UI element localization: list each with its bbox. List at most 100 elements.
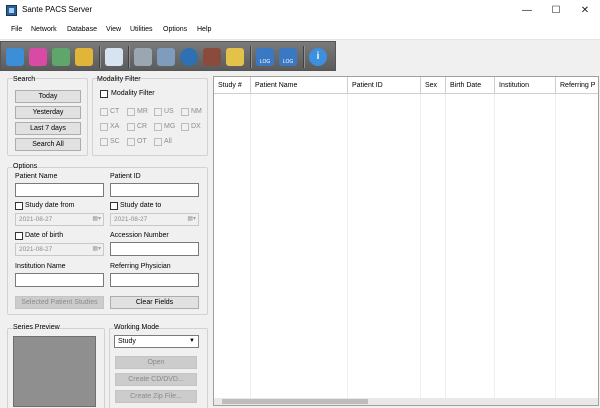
options-title: Options	[13, 163, 38, 170]
grid-column	[348, 94, 421, 398]
calendar-dropdown-icon[interactable]: ▦▾	[92, 244, 101, 255]
send-icon[interactable]	[157, 48, 175, 66]
grid-column	[421, 94, 446, 398]
worklist-icon[interactable]	[203, 48, 221, 66]
last-7-days-button[interactable]: Last 7 days	[15, 122, 81, 135]
document-icon[interactable]	[105, 48, 123, 66]
column-header-study-number[interactable]: Study #	[214, 77, 251, 94]
yesterday-button[interactable]: Yesterday	[15, 106, 81, 119]
series-preview-image	[13, 336, 96, 407]
patient-name-input[interactable]	[15, 183, 104, 197]
folder-icon[interactable]	[226, 48, 244, 66]
dob-field[interactable]: 2021-08-27 ▦▾	[15, 243, 104, 256]
study-date-from-field[interactable]: 2021-08-27 ▦▾	[15, 213, 104, 226]
referring-physician-input[interactable]	[110, 273, 199, 287]
horizontal-scrollbar[interactable]	[214, 398, 598, 405]
column-header-birth-date[interactable]: Birth Date	[446, 77, 495, 94]
modality-filter-checkbox[interactable]	[100, 90, 108, 98]
modality-ot-checkbox[interactable]	[127, 138, 135, 146]
modality-us-label: US	[164, 108, 174, 115]
study-date-from-value: 2021-08-27	[19, 216, 53, 223]
search-all-button[interactable]: Search All	[15, 138, 81, 151]
modality-nm-label: NM	[191, 108, 202, 115]
scrollbar-thumb[interactable]	[222, 399, 368, 404]
modality-xa-label: XA	[110, 123, 120, 130]
series-preview-title: Series Preview	[13, 324, 60, 331]
menu-options[interactable]: Options	[163, 26, 187, 33]
add-patient-icon[interactable]	[6, 48, 24, 66]
network-settings-icon[interactable]	[134, 48, 152, 66]
open-button[interactable]: Open	[115, 356, 197, 369]
minimize-button[interactable]: —	[513, 0, 541, 22]
create-zip-file-button[interactable]: Create Zip File...	[115, 390, 197, 403]
modality-ct-label: CT	[110, 108, 120, 115]
column-header-sex[interactable]: Sex	[421, 77, 446, 94]
menu-network[interactable]: Network	[31, 26, 57, 33]
modality-xa-checkbox[interactable]	[100, 123, 108, 131]
dob-value: 2021-08-27	[19, 246, 53, 253]
modality-filter-label: Modality Filter	[111, 90, 155, 97]
study-date-to-checkbox[interactable]	[110, 202, 118, 210]
patient-id-input[interactable]	[110, 183, 199, 197]
menu-view[interactable]: View	[106, 26, 121, 33]
import-icon[interactable]	[52, 48, 70, 66]
column-header-institution[interactable]: Institution	[495, 77, 556, 94]
accession-number-label: Accession Number	[110, 232, 169, 239]
modality-all-checkbox[interactable]	[154, 138, 162, 146]
close-button[interactable]: ✕	[571, 0, 599, 22]
modality-sc-checkbox[interactable]	[100, 138, 108, 146]
menu-utilities[interactable]: Utilities	[130, 26, 153, 33]
modality-mr-label: MR	[137, 108, 148, 115]
modality-dx-label: DX	[191, 123, 201, 130]
add-study-icon[interactable]	[29, 48, 47, 66]
modality-cr-label: CR	[137, 123, 148, 130]
study-date-from-checkbox[interactable]	[15, 202, 23, 210]
export-icon[interactable]	[75, 48, 93, 66]
grid-column	[446, 94, 495, 398]
modality-mg-checkbox[interactable]	[154, 123, 162, 131]
modality-dx-checkbox[interactable]	[181, 123, 189, 131]
transfer-icon[interactable]	[180, 48, 198, 66]
study-date-to-label: Study date to	[120, 202, 162, 209]
calendar-dropdown-icon[interactable]: ▦▾	[187, 214, 196, 225]
study-date-to-field[interactable]: 2021-08-27 ▦▾	[110, 213, 199, 226]
institution-name-input[interactable]	[15, 273, 104, 287]
menu-help[interactable]: Help	[197, 26, 211, 33]
modality-sc-label: SC	[110, 138, 120, 145]
study-grid[interactable]: Study # Patient Name Patient ID Sex Birt…	[213, 76, 599, 406]
menu-database[interactable]: Database	[67, 26, 97, 33]
grid-column	[251, 94, 348, 398]
accession-number-input[interactable]	[110, 242, 199, 256]
calendar-dropdown-icon[interactable]: ▦▾	[92, 214, 101, 225]
working-mode-select[interactable]: Study ▼	[114, 335, 199, 348]
create-cd-dvd-button[interactable]: Create CD/DVD...	[115, 373, 197, 386]
clear-fields-button[interactable]: Clear Fields	[110, 296, 199, 309]
today-button[interactable]: Today	[15, 90, 81, 103]
modality-nm-checkbox[interactable]	[181, 108, 189, 116]
column-header-patient-name[interactable]: Patient Name	[251, 77, 348, 94]
toolbar-separator	[128, 46, 130, 68]
toolbar-separator	[303, 46, 305, 68]
modality-mg-label: MG	[164, 123, 176, 130]
info-icon[interactable]: i	[309, 48, 327, 66]
modality-all-label: All	[164, 138, 172, 145]
selected-patient-studies-button[interactable]: Selected Patient Studies	[15, 296, 104, 309]
modality-cr-checkbox[interactable]	[127, 123, 135, 131]
grid-column	[214, 94, 251, 398]
log-list-icon[interactable]: LOG	[279, 48, 297, 66]
log-icon[interactable]: LOG	[256, 48, 274, 66]
modality-ct-checkbox[interactable]	[100, 108, 108, 116]
column-header-patient-id[interactable]: Patient ID	[348, 77, 421, 94]
study-date-from-label: Study date from	[25, 202, 75, 209]
menu-file[interactable]: File	[11, 26, 22, 33]
modality-ot-label: OT	[137, 138, 147, 145]
study-date-to-value: 2021-08-27	[114, 216, 148, 223]
modality-mr-checkbox[interactable]	[127, 108, 135, 116]
column-header-referring-physician[interactable]: Referring P	[556, 77, 598, 94]
dob-checkbox[interactable]	[15, 232, 23, 240]
working-mode-title: Working Mode	[114, 324, 160, 331]
working-mode-value: Study	[118, 338, 136, 345]
chevron-down-icon[interactable]: ▼	[189, 336, 195, 347]
modality-us-checkbox[interactable]	[154, 108, 162, 116]
maximize-button[interactable]: ☐	[542, 0, 570, 22]
